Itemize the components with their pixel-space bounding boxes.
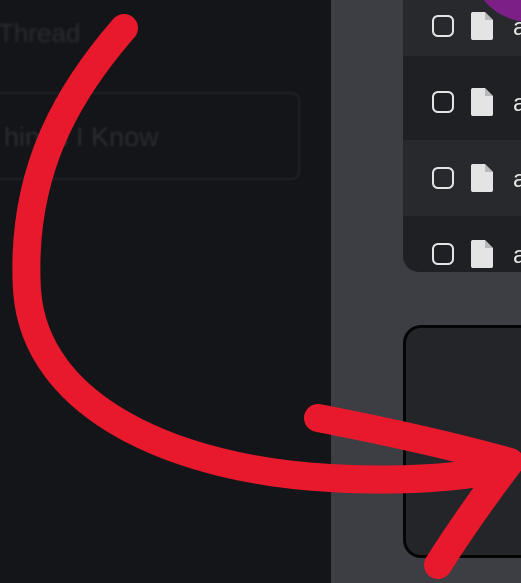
screen: Thread hings I Know a a a a [0, 0, 521, 583]
checkbox[interactable] [432, 91, 454, 113]
file-name: a [513, 242, 521, 269]
file-row[interactable]: a [403, 140, 521, 216]
sidebar-panel: Thread hings I Know [0, 0, 331, 583]
sidebar-input-box[interactable]: hings I Know [0, 92, 300, 180]
file-row[interactable]: a [403, 64, 521, 140]
drop-target-box[interactable] [403, 325, 521, 558]
checkbox[interactable] [432, 167, 454, 189]
file-name: a [513, 90, 521, 117]
file-name: a [513, 166, 521, 193]
checkbox[interactable] [432, 243, 454, 265]
checkbox[interactable] [432, 15, 454, 37]
document-icon [471, 240, 493, 268]
file-row[interactable]: a [403, 216, 521, 272]
sidebar-input-text: hings I Know [4, 122, 159, 152]
document-icon [471, 12, 493, 40]
document-icon [471, 88, 493, 116]
thread-heading: Thread [0, 18, 81, 48]
file-list: a a a a [403, 0, 521, 272]
document-icon [471, 164, 493, 192]
